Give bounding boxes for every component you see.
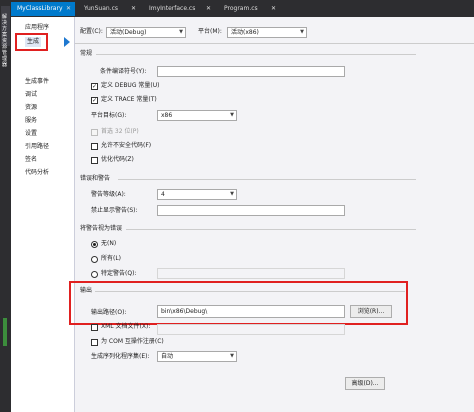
solution-explorer-tab[interactable]: 解决方案资源管理器 — [1, 6, 10, 68]
warning-level-value: 4 — [161, 191, 165, 198]
close-icon[interactable]: ✕ — [66, 2, 71, 16]
warnings-none-radio[interactable] — [91, 241, 98, 248]
divider — [96, 54, 416, 55]
xml-doc-input[interactable] — [157, 324, 345, 335]
serialization-select[interactable]: 自动 ▼ — [157, 351, 237, 362]
warning-level-label: 警告等级(A): — [91, 191, 126, 198]
allow-unsafe-label: 允许不安全代码(F) — [101, 142, 152, 149]
platform-select-value: 活动(x86) — [231, 29, 259, 36]
chevron-down-icon: ▼ — [230, 112, 234, 118]
sidebar-item-services[interactable]: 服务 — [25, 116, 37, 126]
document-tab-bar: MyClassLibrary ✕ YunSuan.cs ✕ ImyInterfa… — [11, 0, 474, 17]
tab-label: ImyInterface.cs — [149, 5, 196, 12]
divider — [118, 179, 416, 180]
platform-target-label: 平台目标(G): — [91, 112, 127, 119]
tab-myclasslibrary[interactable]: MyClassLibrary ✕ — [11, 2, 75, 16]
close-icon[interactable]: ✕ — [206, 2, 211, 16]
chevron-down-icon: ▼ — [230, 353, 234, 359]
divider — [126, 229, 416, 230]
warnings-specific-radio[interactable] — [91, 271, 98, 278]
optimize-code-checkbox[interactable] — [91, 157, 98, 164]
sidebar-item-resources[interactable]: 资源 — [25, 103, 37, 113]
com-interop-label: 为 COM 互操作注册(C) — [101, 338, 164, 345]
output-highlight-box — [69, 281, 408, 325]
suppress-warnings-label: 禁止显示警告(S): — [91, 207, 138, 214]
sidebar-item-settings[interactable]: 设置 — [25, 129, 37, 139]
warnings-none-label: 无(N) — [101, 240, 117, 247]
tab-imyinterface[interactable]: ImyInterface.cs ✕ — [143, 2, 215, 16]
prefer-32bit-label: 首选 32 位(P) — [101, 128, 139, 135]
chevron-down-icon: ▼ — [300, 29, 304, 35]
specific-warnings-input[interactable] — [157, 268, 345, 279]
platform-label: 平台(M): — [198, 28, 222, 35]
xml-doc-label: XML 文档文件(X): — [101, 323, 151, 330]
xml-doc-checkbox[interactable] — [91, 324, 98, 331]
side-tool-strip: 解决方案资源管理器 — [0, 0, 11, 412]
properties-sidebar: 应用程序 生成事件 调试 资源 服务 设置 引用路径 签名 代码分析 — [11, 17, 75, 412]
tab-program[interactable]: Program.cs ✕ — [218, 2, 280, 16]
suppress-warnings-input[interactable] — [157, 205, 345, 216]
errors-warnings-heading: 错误和警告 — [80, 175, 111, 182]
warnings-specific-label: 特定警告(Q): — [101, 270, 137, 277]
define-trace-label: 定义 TRACE 常量(T) — [101, 96, 157, 103]
platform-target-select[interactable]: x86 ▼ — [157, 110, 237, 121]
sidebar-item-code-analysis[interactable]: 代码分析 — [25, 168, 49, 178]
tab-label: YunSuan.cs — [84, 5, 119, 12]
conditional-symbols-label: 条件编译符号(Y): — [100, 68, 147, 75]
tab-label: Program.cs — [224, 5, 258, 12]
allow-unsafe-checkbox[interactable] — [91, 143, 98, 150]
divider — [75, 43, 474, 44]
serialization-label: 生成序列化程序集(E): — [91, 353, 150, 360]
chevron-down-icon: ▼ — [179, 29, 183, 35]
define-debug-label: 定义 DEBUG 常量(U) — [101, 82, 160, 89]
tab-label: MyClassLibrary — [17, 5, 63, 12]
config-select-value: 活动(Debug) — [110, 29, 147, 36]
chevron-down-icon: ▼ — [230, 191, 234, 197]
close-icon[interactable]: ✕ — [131, 2, 136, 16]
platform-target-value: x86 — [161, 112, 173, 119]
selection-arrow-icon — [64, 37, 70, 47]
solution-explorer-tab-label: 解决方案资源管理器 — [2, 14, 8, 68]
sidebar-item-build-events[interactable]: 生成事件 — [25, 77, 49, 87]
sidebar-item-application[interactable]: 应用程序 — [25, 23, 49, 33]
serialization-value: 自动 — [161, 353, 174, 360]
conditional-symbols-input[interactable] — [157, 66, 345, 77]
config-select[interactable]: 活动(Debug) ▼ — [106, 27, 186, 38]
close-icon[interactable]: ✕ — [271, 2, 276, 16]
warnings-all-radio[interactable] — [91, 256, 98, 263]
warnings-all-label: 所有(L) — [101, 255, 122, 262]
sidebar-item-label: 生成 — [25, 37, 42, 47]
sidebar-item-reference-paths[interactable]: 引用路径 — [25, 142, 49, 152]
platform-select[interactable]: 活动(x86) ▼ — [227, 27, 307, 38]
sidebar-item-build[interactable]: 生成 — [15, 33, 48, 51]
sidebar-item-signing[interactable]: 签名 — [25, 155, 37, 165]
sidebar-item-debug[interactable]: 调试 — [25, 90, 37, 100]
tab-yunsuan[interactable]: YunSuan.cs ✕ — [78, 2, 140, 16]
define-debug-checkbox[interactable]: ✓ — [91, 83, 98, 90]
prefer-32bit-checkbox[interactable] — [91, 129, 98, 136]
config-label: 配置(C): — [80, 28, 103, 35]
com-interop-checkbox[interactable] — [91, 339, 98, 346]
define-trace-checkbox[interactable]: ✓ — [91, 97, 98, 104]
status-marker — [3, 318, 7, 346]
treat-warnings-heading: 将警告视为错误 — [80, 225, 123, 232]
general-heading: 常规 — [80, 50, 93, 57]
advanced-button[interactable]: 高级(D)... — [345, 377, 385, 390]
optimize-code-label: 优化代码(Z) — [101, 156, 134, 163]
warning-level-select[interactable]: 4 ▼ — [157, 189, 237, 200]
